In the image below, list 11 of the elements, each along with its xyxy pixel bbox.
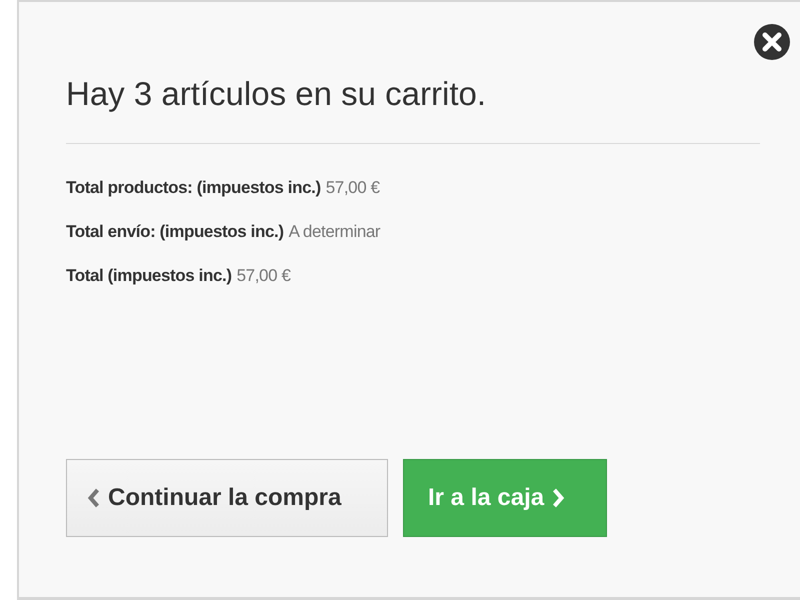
total-value: A determinar	[288, 222, 380, 241]
continue-shopping-button[interactable]: Continuar la compra	[66, 459, 388, 537]
total-label: Total (impuestos inc.)	[66, 266, 232, 285]
total-value: 57,00 €	[326, 178, 380, 197]
cart-title: Hay 3 artículos en su carrito.	[66, 74, 488, 114]
close-icon[interactable]	[754, 24, 790, 60]
total-label: Total productos: (impuestos inc.)	[66, 178, 321, 197]
total-value: 57,00 €	[236, 266, 291, 285]
chevron-right-icon	[552, 488, 566, 508]
total-label: Total envío: (impuestos inc.)	[66, 222, 284, 241]
chevron-left-icon	[87, 488, 100, 508]
